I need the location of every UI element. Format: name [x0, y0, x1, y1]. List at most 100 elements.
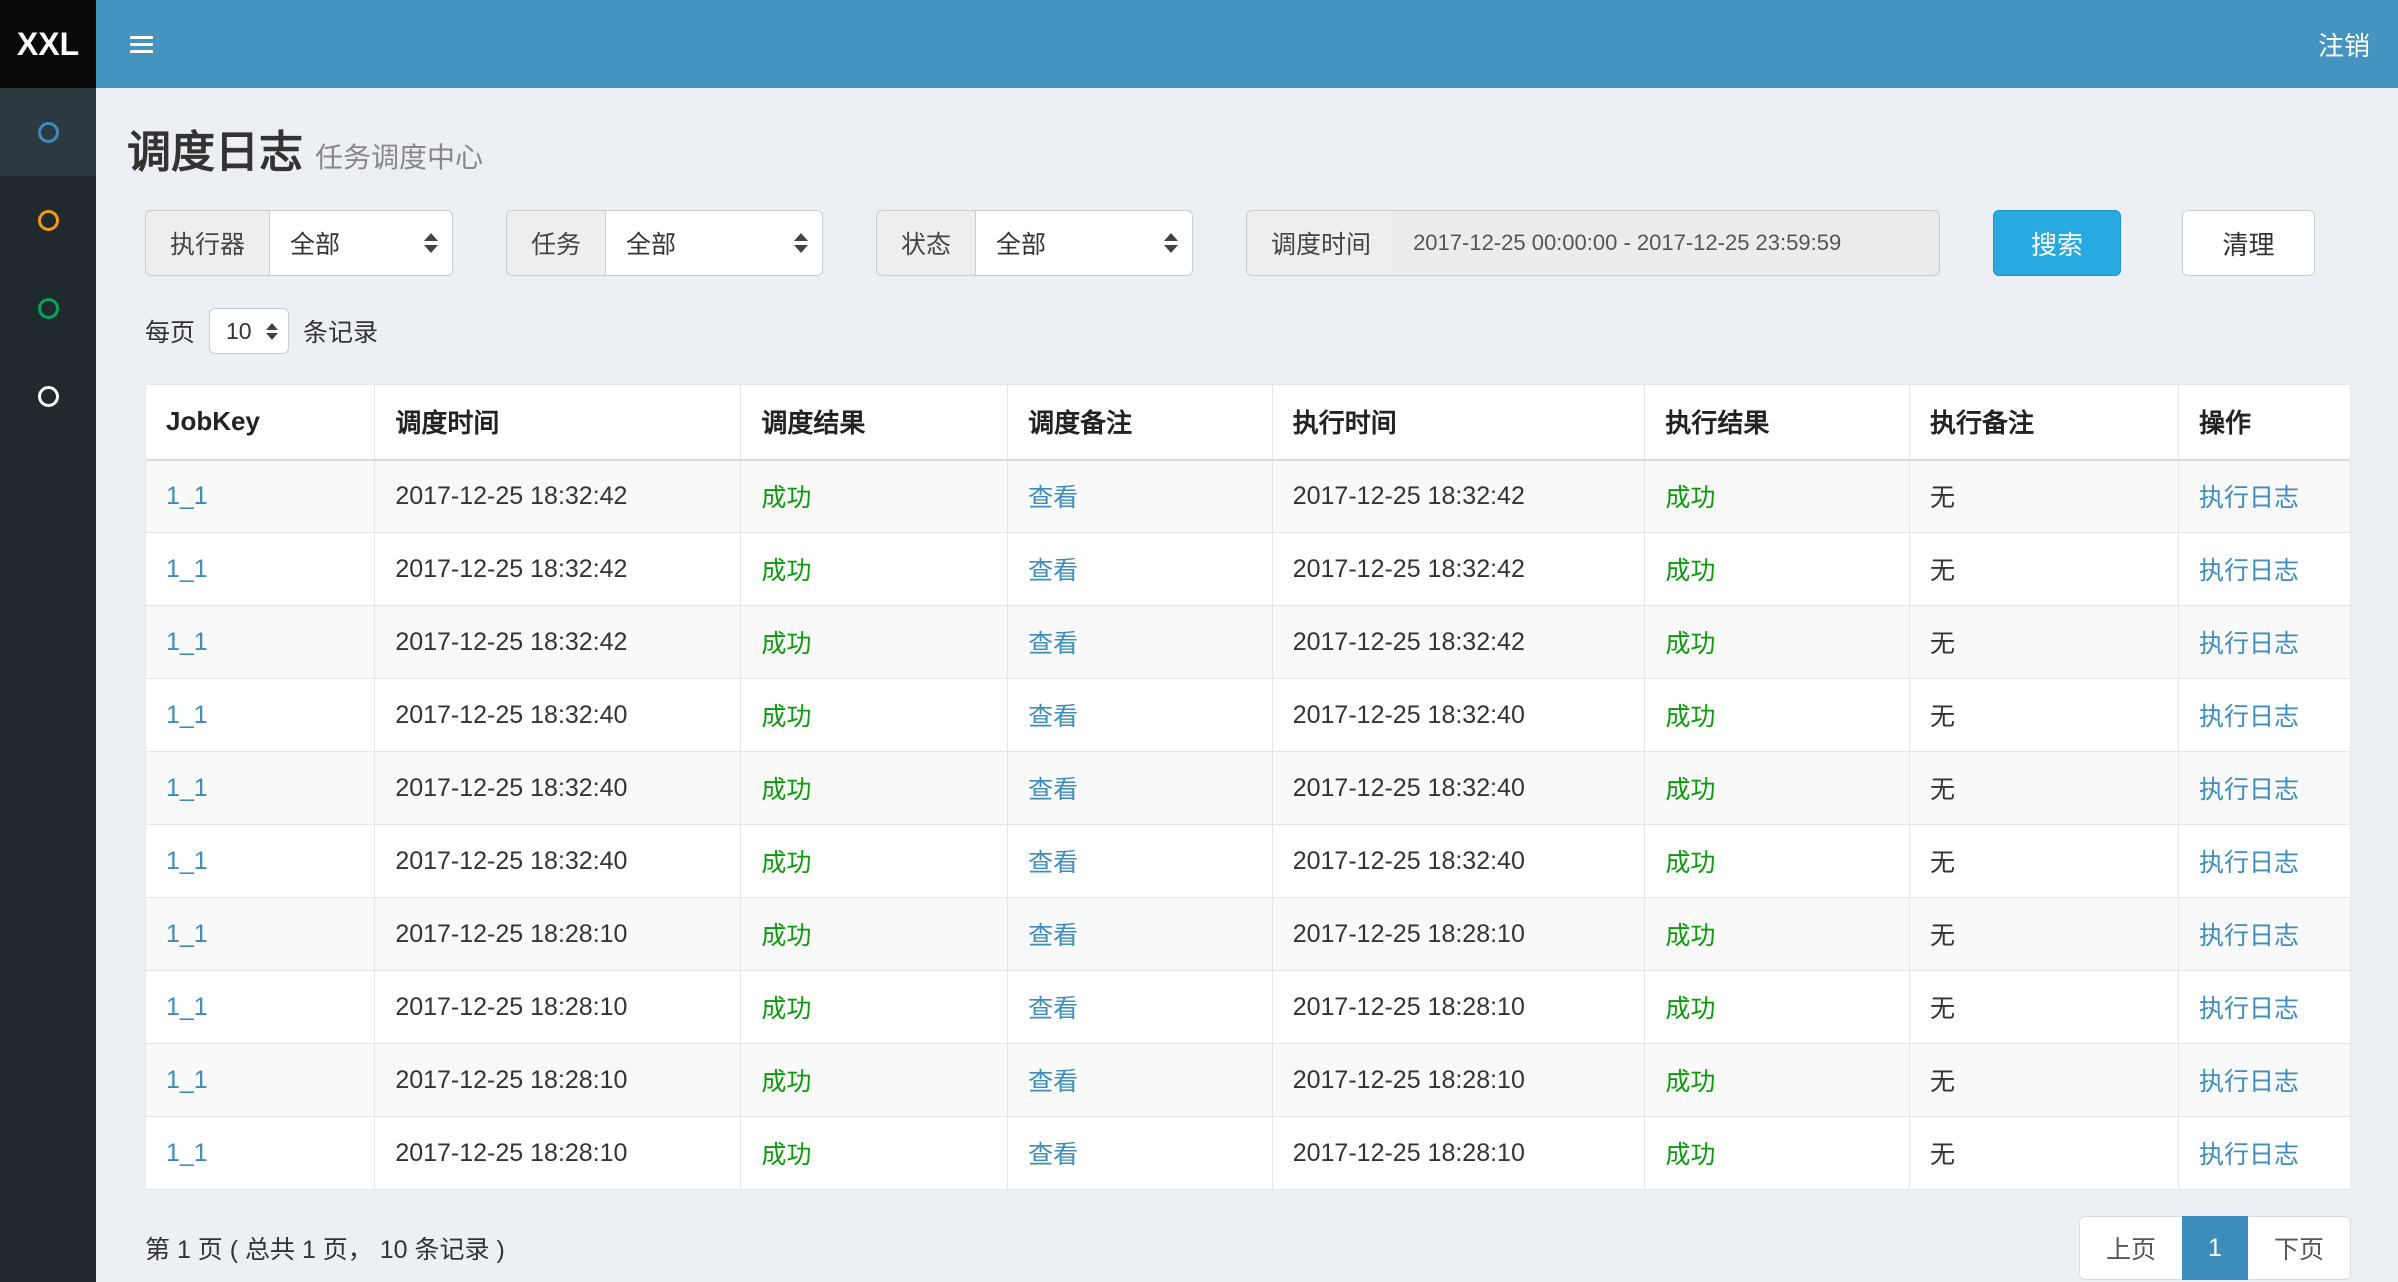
cell-handle-msg: 无 — [1909, 679, 2178, 752]
cell-handle-msg: 无 — [1909, 460, 2178, 533]
cell-trigger-msg-link[interactable]: 查看 — [1028, 630, 1078, 658]
cell-jobkey: 1_1 — [146, 1117, 375, 1190]
cell-action: 执行日志 — [2178, 606, 2350, 679]
job-select[interactable]: 全部 — [605, 210, 823, 276]
pagination-prev[interactable]: 上页 — [2079, 1216, 2183, 1280]
table-row: 1_12017-12-25 18:32:40成功查看2017-12-25 18:… — [146, 752, 2351, 825]
select-stepper-icon — [424, 233, 438, 253]
trigger-time-range-input[interactable] — [1395, 210, 1940, 276]
page-size-select[interactable]: 10 — [209, 308, 289, 354]
sidebar-toggle-icon[interactable] — [124, 26, 159, 63]
table-row: 1_12017-12-25 18:32:40成功查看2017-12-25 18:… — [146, 825, 2351, 898]
logout-link[interactable]: 注销 — [2318, 26, 2370, 63]
cell-handle-time: 2017-12-25 18:28:10 — [1272, 971, 1645, 1044]
executor-select[interactable]: 全部 — [269, 210, 453, 276]
cell-jobkey-link[interactable]: 1_1 — [166, 1066, 208, 1094]
cell-handle-result: 成功 — [1645, 971, 1910, 1044]
cell-action-link[interactable]: 执行日志 — [2199, 703, 2299, 731]
cell-handle-time-text: 2017-12-25 18:28:10 — [1293, 993, 1525, 1021]
cell-action-link[interactable]: 执行日志 — [2199, 995, 2299, 1023]
cell-trigger-result-text: 成功 — [761, 1068, 811, 1096]
cell-handle-time: 2017-12-25 18:32:42 — [1272, 606, 1645, 679]
sidebar-item-1[interactable] — [0, 88, 96, 176]
pagination: 上页 1 下页 — [2079, 1216, 2351, 1280]
cell-jobkey-link[interactable]: 1_1 — [166, 628, 208, 656]
cell-jobkey: 1_1 — [146, 825, 375, 898]
cell-trigger-time: 2017-12-25 18:32:40 — [375, 752, 741, 825]
cell-handle-msg-text: 无 — [1930, 484, 1955, 512]
page-size-value: 10 — [226, 318, 252, 345]
table-row: 1_12017-12-25 18:28:10成功查看2017-12-25 18:… — [146, 898, 2351, 971]
cell-trigger-time: 2017-12-25 18:32:42 — [375, 533, 741, 606]
cell-jobkey-link[interactable]: 1_1 — [166, 847, 208, 875]
cell-handle-result-text: 成功 — [1665, 703, 1715, 731]
cell-trigger-msg-link[interactable]: 查看 — [1028, 484, 1078, 512]
cell-action-link[interactable]: 执行日志 — [2199, 484, 2299, 512]
cell-jobkey-link[interactable]: 1_1 — [166, 774, 208, 802]
cell-trigger-result-text: 成功 — [761, 922, 811, 950]
table-row: 1_12017-12-25 18:32:42成功查看2017-12-25 18:… — [146, 533, 2351, 606]
cell-trigger-msg-link[interactable]: 查看 — [1028, 995, 1078, 1023]
cell-jobkey-link[interactable]: 1_1 — [166, 482, 208, 510]
cell-action: 执行日志 — [2178, 1044, 2350, 1117]
cell-trigger-msg-link[interactable]: 查看 — [1028, 1141, 1078, 1169]
cell-trigger-msg-link[interactable]: 查看 — [1028, 1068, 1078, 1096]
cell-trigger-result-text: 成功 — [761, 849, 811, 877]
cell-action-link[interactable]: 执行日志 — [2199, 1068, 2299, 1096]
cell-trigger-result: 成功 — [741, 898, 1008, 971]
cell-handle-time-text: 2017-12-25 18:32:40 — [1293, 774, 1525, 802]
cell-action-link[interactable]: 执行日志 — [2199, 557, 2299, 585]
cell-handle-msg: 无 — [1909, 606, 2178, 679]
cell-action: 执行日志 — [2178, 898, 2350, 971]
cell-trigger-msg-link[interactable]: 查看 — [1028, 703, 1078, 731]
table-footer: 第 1 页 ( 总共 1 页， 10 条记录 ) 上页 1 下页 — [145, 1216, 2351, 1280]
cell-jobkey-link[interactable]: 1_1 — [166, 555, 208, 583]
search-button[interactable]: 搜索 — [1993, 210, 2121, 276]
pagination-next[interactable]: 下页 — [2247, 1216, 2351, 1280]
job-select-value: 全部 — [626, 225, 676, 261]
cell-trigger-msg-link[interactable]: 查看 — [1028, 922, 1078, 950]
circle-icon — [38, 386, 59, 407]
cell-action-link[interactable]: 执行日志 — [2199, 1141, 2299, 1169]
navbar-main: 注销 — [96, 0, 2398, 88]
pagination-page-1[interactable]: 1 — [2182, 1216, 2248, 1280]
cell-action-link[interactable]: 执行日志 — [2199, 776, 2299, 804]
table-row: 1_12017-12-25 18:32:40成功查看2017-12-25 18:… — [146, 679, 2351, 752]
column-header-trigger-msg: 调度备注 — [1008, 385, 1273, 460]
cell-trigger-time: 2017-12-25 18:32:40 — [375, 679, 741, 752]
cell-action-link[interactable]: 执行日志 — [2199, 849, 2299, 877]
cell-handle-msg-text: 无 — [1930, 995, 1955, 1023]
cell-trigger-msg-link[interactable]: 查看 — [1028, 557, 1078, 585]
status-filter-group: 状态 全部 — [876, 210, 1193, 276]
circle-icon — [38, 298, 59, 319]
cell-trigger-time-text: 2017-12-25 18:32:40 — [395, 701, 627, 729]
job-filter-group: 任务 全部 — [506, 210, 823, 276]
cell-handle-result-text: 成功 — [1665, 922, 1715, 950]
cell-jobkey-link[interactable]: 1_1 — [166, 993, 208, 1021]
cell-action-link[interactable]: 执行日志 — [2199, 922, 2299, 950]
cell-trigger-result-text: 成功 — [761, 995, 811, 1023]
cell-trigger-msg-link[interactable]: 查看 — [1028, 849, 1078, 877]
cell-handle-time-text: 2017-12-25 18:28:10 — [1293, 1066, 1525, 1094]
log-table-body: 1_12017-12-25 18:32:42成功查看2017-12-25 18:… — [146, 460, 2351, 1190]
cell-trigger-msg-link[interactable]: 查看 — [1028, 776, 1078, 804]
cell-jobkey-link[interactable]: 1_1 — [166, 920, 208, 948]
circle-icon — [38, 122, 59, 143]
cell-trigger-time-text: 2017-12-25 18:28:10 — [395, 1139, 627, 1167]
column-header-action: 操作 — [2178, 385, 2350, 460]
app-logo: XXL — [0, 0, 96, 88]
cell-jobkey: 1_1 — [146, 606, 375, 679]
sidebar-item-4[interactable] — [0, 352, 96, 440]
cell-trigger-time: 2017-12-25 18:28:10 — [375, 1044, 741, 1117]
cell-action-link[interactable]: 执行日志 — [2199, 630, 2299, 658]
clear-button[interactable]: 清理 — [2182, 210, 2315, 276]
sidebar-item-2[interactable] — [0, 176, 96, 264]
cell-handle-time-text: 2017-12-25 18:28:10 — [1293, 1139, 1525, 1167]
cell-jobkey-link[interactable]: 1_1 — [166, 1139, 208, 1167]
sidebar-item-3[interactable] — [0, 264, 96, 352]
cell-trigger-result: 成功 — [741, 679, 1008, 752]
status-select[interactable]: 全部 — [975, 210, 1193, 276]
cell-trigger-result-text: 成功 — [761, 557, 811, 585]
cell-jobkey-link[interactable]: 1_1 — [166, 701, 208, 729]
table-row: 1_12017-12-25 18:32:42成功查看2017-12-25 18:… — [146, 460, 2351, 533]
